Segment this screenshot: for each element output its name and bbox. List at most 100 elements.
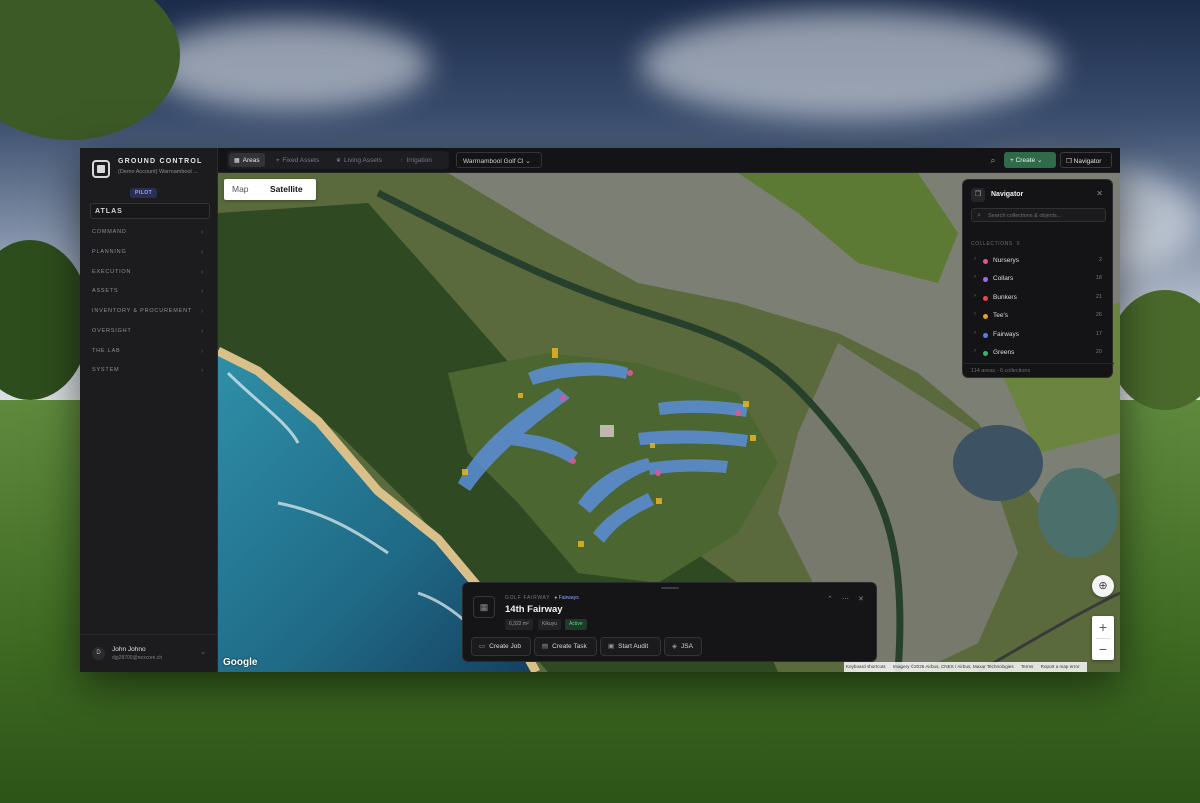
create-job-button[interactable]: ▭ Create Job — [471, 637, 531, 656]
collection-nurserys[interactable]: › Nurserys 2 — [971, 254, 1106, 268]
sidebar-item-command[interactable]: COMMAND › — [92, 229, 206, 241]
chevron-right-icon: › — [200, 229, 204, 236]
search-icon[interactable]: ⌕ — [986, 153, 1000, 167]
collection-fairways[interactable]: › Fairways 17 — [971, 328, 1106, 342]
tab-label: Areas — [242, 157, 260, 164]
action-label: Create Task — [552, 643, 587, 650]
zoom-out-button[interactable]: − — [1092, 638, 1114, 660]
user-menu[interactable]: D John Johno djg28700@nexcore.ch ⌄ — [80, 634, 218, 672]
jsa-button[interactable]: ◈ JSA — [664, 637, 702, 656]
collection-name: Nurserys — [993, 257, 1020, 264]
tab-irrigation[interactable]: ◌ Irrigation — [395, 153, 437, 167]
report-error-link[interactable]: Report a map error — [1041, 664, 1080, 669]
zoom-control: + − — [1092, 616, 1114, 660]
area-title: 14th Fairway — [505, 604, 563, 615]
color-dot — [983, 296, 988, 301]
map-type-map[interactable]: Map — [232, 179, 249, 200]
sidebar-item-system[interactable]: SYSTEM › — [92, 367, 206, 379]
grid-icon: ▦ — [473, 596, 495, 618]
collection-count: 21 — [1095, 294, 1102, 300]
chevron-right-icon: › — [200, 249, 204, 256]
layers-icon: ❒ — [1066, 158, 1072, 165]
app-window: GROUND CONTROL (Demo Account) Warrnamboo… — [80, 148, 1120, 672]
chevron-down-icon: ⌄ — [525, 158, 531, 165]
clipboard-icon: ▤ — [542, 643, 549, 650]
tab-label: Irrigation — [406, 157, 432, 164]
sidebar-item-oversight[interactable]: OVERSIGHT › — [92, 328, 206, 340]
navigator-panel: ❒ Navigator ✕ ⌕ Search collections & obj… — [962, 179, 1114, 378]
tab-areas[interactable]: ▦ Areas — [229, 153, 265, 167]
map-type-toggle: Map Satellite — [224, 179, 316, 200]
atlas-section[interactable]: ATLAS — [90, 203, 210, 219]
satellite-map[interactable]: Map Satellite ❒ Navigator ✕ ⌕ Search col… — [218, 173, 1120, 672]
keyboard-shortcuts-link[interactable]: Keyboard shortcuts — [846, 664, 886, 669]
sidebar-item-label: ASSETS — [92, 288, 119, 294]
navigator-footer: 114 areas · 6 collections — [963, 363, 1114, 374]
terms-link[interactable]: Terms — [1021, 664, 1034, 669]
pin-icon: ⌖ — [276, 158, 280, 164]
lake — [953, 425, 1043, 501]
chevron-down-icon: ⌄ — [200, 649, 206, 656]
locate-icon[interactable]: ⊕ — [1092, 575, 1114, 597]
navigator-title: Navigator — [991, 191, 1024, 198]
chevron-right-icon: › — [200, 367, 204, 374]
sidebar-item-label: PLANNING — [92, 249, 127, 255]
create-task-button[interactable]: ▤ Create Task — [534, 637, 597, 656]
avatar: D — [92, 647, 105, 660]
collection-collars[interactable]: › Collars 18 — [971, 272, 1106, 286]
search-icon: ⌕ — [977, 212, 981, 219]
sidebar-item-inventory[interactable]: INVENTORY & PROCUREMENT › — [92, 308, 206, 320]
area-kicker: GOLF FAIRWAY ● Fairways — [505, 595, 579, 601]
sidebar-item-planning[interactable]: PLANNING › — [92, 249, 206, 261]
collection-count: 17 — [1095, 331, 1102, 337]
tab-living-assets[interactable]: ❦ Living Assets — [331, 153, 387, 167]
course-select[interactable]: Warrnambool Golf Cl ⌄ — [456, 152, 542, 168]
chevron-up-icon[interactable]: ⌃ — [827, 595, 833, 603]
search-placeholder: Search collections & objects... — [988, 213, 1062, 219]
brand-header[interactable]: GROUND CONTROL (Demo Account) Warrnamboo… — [90, 158, 212, 198]
collection-greens[interactable]: › Greens 20 — [971, 346, 1106, 360]
close-icon[interactable]: ✕ — [858, 595, 864, 603]
color-dot — [983, 314, 988, 319]
briefcase-icon: ▭ — [479, 643, 486, 650]
collection-bunkers[interactable]: › Bunkers 21 — [971, 291, 1106, 305]
areas-count: 114 areas — [971, 368, 996, 374]
sidebar-item-assets[interactable]: ASSETS › — [92, 288, 206, 300]
drag-handle[interactable] — [661, 587, 679, 589]
navigator-button[interactable]: ❒ Navigator — [1060, 152, 1112, 168]
tab-fixed-assets[interactable]: ⌖ Fixed Assets — [271, 153, 324, 167]
top-bar: ▦ Areas ⌖ Fixed Assets ❦ Living Assets ◌ Irr… — [218, 148, 1120, 173]
area-type: GOLF FAIRWAY — [505, 595, 551, 601]
more-icon[interactable]: ⋯ — [842, 595, 849, 603]
chevron-right-icon: › — [974, 348, 976, 354]
sidebar-item-label: THE LAB — [92, 348, 121, 354]
area-detail-card: ▦ GOLF FAIRWAY ● Fairways 14th Fairway 6,… — [462, 582, 877, 662]
species-badge: Kikuyu — [538, 619, 562, 630]
chevron-right-icon: › — [974, 311, 976, 317]
navigator-label: Navigator — [1073, 158, 1102, 165]
create-button[interactable]: + Create ⌄ — [1004, 152, 1056, 168]
sidebar-item-execution[interactable]: EXECUTION › — [92, 269, 206, 281]
user-name: John Johno — [112, 646, 146, 653]
close-icon[interactable]: ✕ — [1096, 189, 1103, 198]
chevron-right-icon: › — [974, 293, 976, 299]
clipboard-check-icon: ▣ — [608, 643, 615, 650]
collection-search-input[interactable]: ⌕ Search collections & objects... — [971, 208, 1106, 222]
zoom-in-button[interactable]: + — [1092, 616, 1114, 638]
sidebar-item-the-lab[interactable]: THE LAB › — [92, 348, 206, 360]
chevron-right-icon: › — [200, 269, 204, 276]
collection-count: 20 — [1095, 349, 1102, 355]
start-audit-button[interactable]: ▣ Start Audit — [600, 637, 661, 656]
sidebar: GROUND CONTROL (Demo Account) Warrnamboo… — [80, 148, 218, 672]
grid-icon: ▦ — [234, 158, 240, 164]
pilot-badge: PILOT — [130, 188, 158, 198]
collections-label: COLLECTIONS — [971, 241, 1013, 247]
area-size-badge: 6,322 m² — [505, 619, 533, 630]
collections-total: 6 collections — [999, 368, 1031, 374]
imagery-credit: Imagery ©2026 Airbus, CNES / Airbus, Max… — [892, 664, 1014, 669]
map-type-satellite[interactable]: Satellite — [270, 179, 303, 200]
collection-link[interactable]: ● Fairways — [554, 595, 578, 601]
view-tabs: ▦ Areas ⌖ Fixed Assets ❦ Living Assets ◌ Irr… — [227, 151, 449, 169]
course-select-value: Warrnambool Golf Cl — [463, 158, 524, 165]
collection-tees[interactable]: › Tee's 26 — [971, 309, 1106, 323]
